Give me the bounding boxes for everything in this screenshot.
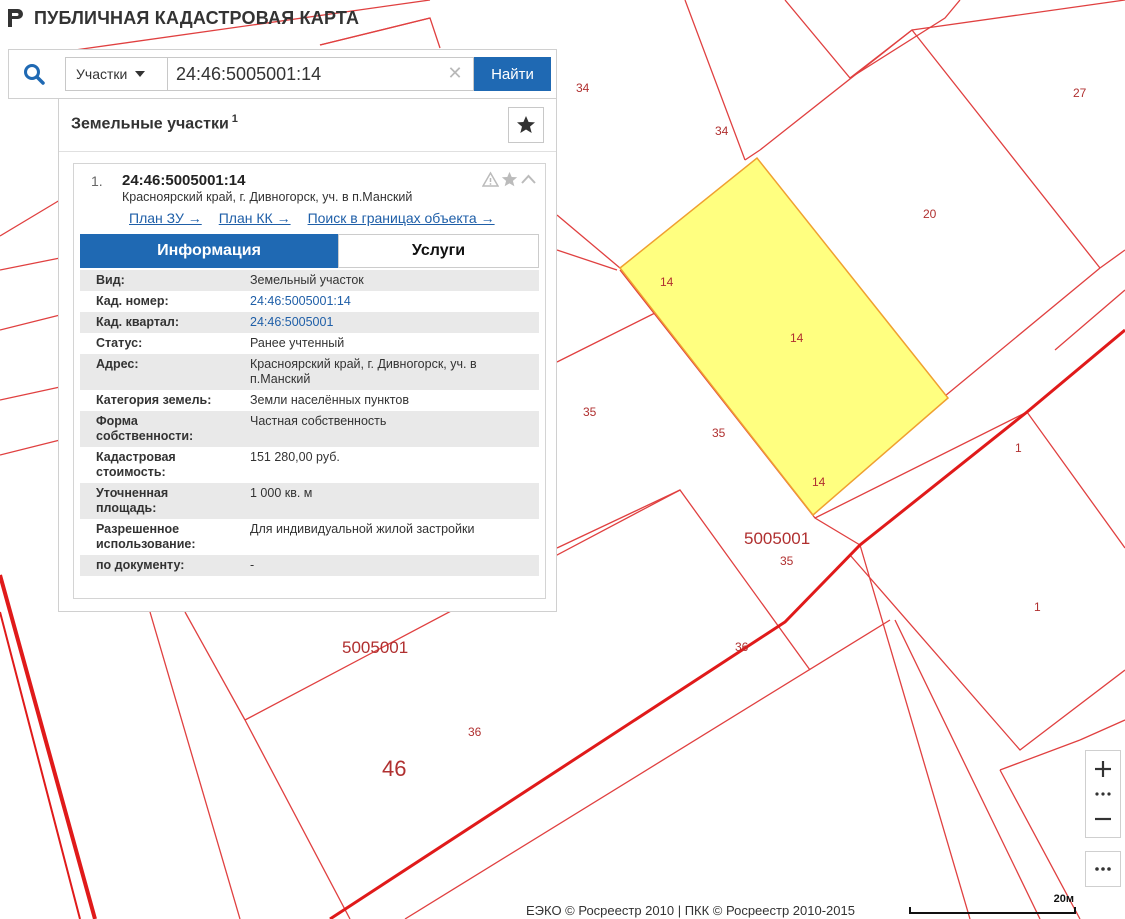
parcel-label: 1 [1015, 441, 1022, 455]
info-row: Форма собственности: Частная собственност… [80, 411, 539, 447]
panel-title-text: Земельные участки [71, 115, 229, 133]
chevron-up-icon[interactable] [520, 171, 537, 188]
find-button[interactable]: Найти [474, 57, 551, 91]
quarter-label: 5005001 [744, 529, 810, 548]
panel-title: Земельные участки 1 [71, 113, 238, 133]
info-value: - [234, 555, 539, 576]
info-row: Вид: Земельный участок [80, 270, 539, 291]
info-value: 151 280,00 руб. [250, 450, 340, 464]
search-in-bounds-link[interactable]: Поиск в границах объекта → [308, 210, 495, 226]
rosreestr-logo-icon [8, 9, 23, 27]
info-row: Адрес: Красноярский край, г. Дивногорск, … [80, 354, 539, 390]
dots-icon [1095, 792, 1111, 796]
parcel-label: 34 [576, 81, 590, 95]
scale-label: 20м [1053, 893, 1074, 905]
info-value: Земельный участок [234, 270, 539, 291]
favorites-button[interactable] [508, 107, 544, 143]
parcel-label: 14 [660, 275, 674, 289]
district-label: 46 [382, 756, 406, 781]
chevron-down-icon [135, 71, 146, 77]
plus-icon [1095, 761, 1111, 777]
result-index: 1. [91, 173, 103, 189]
zoom-in-button[interactable] [1086, 751, 1120, 787]
info-value[interactable]: 24:46:5005001:14 [234, 291, 539, 312]
result-links: План ЗУ → План КК → Поиск в границах объ… [129, 210, 495, 226]
zoom-control [1085, 750, 1121, 838]
info-row: Кад. номер: 24:46:5005001:14 [80, 291, 539, 312]
parcel-label: 34 [715, 124, 729, 138]
info-value: Красноярский край, г. Дивногорск, уч. в … [234, 354, 539, 390]
tab-services[interactable]: Услуги [338, 234, 539, 268]
tab-info[interactable]: Информация [80, 234, 338, 268]
info-key: Категория земель: [96, 393, 212, 407]
star-icon [517, 116, 535, 133]
search-bar: Участки ✕ Найти [8, 49, 557, 99]
parcel-label: 1 [1034, 600, 1041, 614]
info-row: Разрешенное использование: Для индивидуал… [80, 519, 539, 555]
parcel-label: 35 [583, 405, 597, 419]
info-row: Категория земель: Земли населённых пункто… [80, 390, 539, 411]
parcel-label: 14 [790, 331, 804, 345]
info-row: Кад. квартал: 24:46:5005001 [80, 312, 539, 333]
plan-zu-link[interactable]: План ЗУ → [129, 210, 202, 226]
parcel-label: 35 [780, 554, 794, 568]
parcel-label: 36 [735, 640, 749, 654]
info-key: Адрес: [80, 354, 234, 390]
minus-icon [1095, 817, 1111, 821]
info-key: Уточненная площадь: [80, 483, 234, 519]
info-key: Разрешенное использование: [96, 522, 196, 551]
info-value: Земли населённых пунктов [250, 393, 409, 407]
card-tools [481, 171, 537, 188]
info-key: Кадастровая стоимость: [96, 450, 176, 479]
brand[interactable]: ПУБЛИЧНАЯ КАДАСТРОВАЯ КАРТА [6, 6, 359, 30]
more-dots-icon [1095, 867, 1111, 871]
info-key: Кад. номер: [96, 294, 169, 308]
info-value: Частная собственность [234, 411, 539, 447]
info-key: Вид: [80, 270, 234, 291]
info-value: Ранее учтенный [250, 336, 345, 350]
scale-ruler [909, 907, 1076, 914]
search-type-label: Участки [76, 66, 128, 82]
clear-icon[interactable]: ✕ [445, 63, 465, 83]
info-key: Статус: [96, 336, 143, 350]
app-title: ПУБЛИЧНАЯ КАДАСТРОВАЯ КАРТА [34, 7, 360, 28]
zoom-out-button[interactable] [1086, 801, 1120, 837]
parcel-label: 20 [923, 207, 937, 221]
info-value: 1 000 кв. м [234, 483, 539, 519]
search-type-select[interactable]: Участки [65, 57, 167, 91]
result-card: 1. 24:46:5005001:14 Красноярский край, г… [73, 163, 546, 599]
parcel-label: 27 [1073, 86, 1087, 100]
parcel-label: 36 [468, 725, 482, 739]
star-icon[interactable] [501, 171, 518, 188]
parcel-label: 14 [812, 475, 826, 489]
more-button[interactable] [1085, 851, 1121, 887]
scale-bar: 20м [909, 893, 1076, 914]
copyright: ЕЭКО © Росреестр 2010 | ПКК © Росреестр … [526, 903, 855, 918]
search-icon[interactable] [23, 63, 45, 85]
results-panel: Земельные участки 1 1. 24:46:5005001:14 К… [58, 98, 557, 612]
info-value[interactable]: 24:46:5005001 [234, 312, 539, 333]
info-key: Форма собственности: [80, 411, 234, 447]
search-input[interactable] [167, 57, 474, 91]
zoom-slider-handle[interactable] [1086, 787, 1120, 801]
info-row: Статус: Ранее учтенный [80, 333, 539, 354]
results-count: 1 [231, 113, 238, 125]
info-key: Кад. квартал: [80, 312, 234, 333]
plan-kk-link[interactable]: План КК → [219, 210, 291, 226]
warning-icon[interactable] [481, 171, 500, 188]
info-table: Вид: Земельный участок Кад. номер: 24:46:50… [80, 270, 539, 576]
info-row: Уточненная площадь: 1 000 кв. м [80, 483, 539, 519]
result-cad-number[interactable]: 24:46:5005001:14 [122, 172, 245, 189]
parcel-label: 35 [712, 426, 726, 440]
quarter-label: 5005001 [342, 638, 408, 657]
divider [59, 151, 556, 152]
info-key: по документу: [80, 555, 234, 576]
info-row: по документу: - [80, 555, 539, 576]
info-value: Для индивидуальной жилой застройки [250, 522, 475, 536]
card-tabs: Информация Услуги [80, 234, 539, 268]
info-row: Кадастровая стоимость: 151 280,00 руб. [80, 447, 539, 483]
result-address: Красноярский край, г. Дивногорск, уч. в … [122, 190, 413, 204]
